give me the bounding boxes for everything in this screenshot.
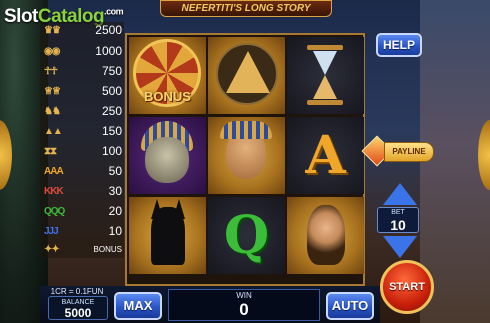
paytable-row: ✦✦ BONUS xyxy=(40,241,124,259)
paytable-row: KKK 30 xyxy=(40,183,124,201)
paytable-row: JJJ 10 xyxy=(40,223,124,241)
paytable-row: QQQ 20 xyxy=(40,203,124,221)
help-button[interactable]: HELP xyxy=(376,33,422,57)
paytable-row: ♛♛ 2500 xyxy=(40,22,124,40)
bet-display: BET 10 xyxy=(377,207,419,233)
balance-display: BALANCE 5000 xyxy=(48,296,108,320)
paytable-row: AAA 50 xyxy=(40,163,124,181)
queen-icon xyxy=(307,205,345,265)
reel-cell-hourglass xyxy=(287,37,364,114)
hourglass-upper-glass xyxy=(313,51,337,75)
bet-increase-arrow-icon[interactable] xyxy=(383,183,417,205)
hourglass-bottom-bar xyxy=(307,100,343,105)
bonus-symbol-label: BONUS xyxy=(144,89,191,104)
autoplay-button[interactable]: AUTO xyxy=(326,292,374,320)
payline-gem-icon xyxy=(361,134,393,168)
hourglass-icon xyxy=(307,45,343,105)
anubis-right-ear-icon xyxy=(173,199,185,219)
queen-icon: ♕♕ xyxy=(44,86,61,97)
payout-value: 10 xyxy=(108,224,122,238)
scarab-bonus-icon: ✦✦ xyxy=(44,244,60,255)
credit-rate: 1CR = 0.1FUN xyxy=(50,287,104,296)
wild-pharaoh-icon: ♛♛ xyxy=(44,25,61,36)
hourglass-top-bar xyxy=(307,45,343,50)
watermark-prefix: Slot xyxy=(4,6,38,27)
paytable-row: ☥☥ 750 xyxy=(40,63,124,81)
payout-value: 2500 xyxy=(95,23,122,37)
payout-value: 1000 xyxy=(95,44,122,58)
balance-value: 5000 xyxy=(64,306,92,320)
payout-value: 100 xyxy=(101,144,122,158)
payout-value: BONUS xyxy=(93,245,122,254)
hourglass-lower-glass xyxy=(313,75,337,99)
bet-decrease-arrow-icon[interactable] xyxy=(383,236,417,258)
paytable-row: ♕♕ 500 xyxy=(40,83,124,101)
pharaoh-icon: ☥☥ xyxy=(44,66,58,77)
pyramid-icon: ▲▲ xyxy=(44,126,63,137)
reel-cell-letter-q: Q xyxy=(208,197,285,274)
paytable: ♛♛ 2500 ◉◉ 1000 ☥☥ 750 ♕♕ 500 ♞♞ 250 ▲▲ … xyxy=(40,22,124,258)
paytable-row: ♞♞ 250 xyxy=(40,103,124,121)
pyramid-icon xyxy=(226,51,270,93)
reel-cell-pyramid xyxy=(208,37,285,114)
reel-cell-queen xyxy=(287,197,364,274)
reel-cell-anubis xyxy=(129,197,206,274)
reel-cell-pharaoh xyxy=(208,117,285,194)
letter-q-symbol: Q xyxy=(223,205,270,266)
anubis-icon: ♞♞ xyxy=(44,106,61,117)
payout-value: 30 xyxy=(108,184,122,198)
payout-value: 500 xyxy=(101,84,122,98)
letter-a-symbol: A xyxy=(305,125,346,186)
reels-grid: BONUS A Q xyxy=(125,33,365,286)
anubis-left-ear-icon xyxy=(151,199,163,219)
bet-label: BET xyxy=(391,209,405,216)
pharaoh-headdress-icon xyxy=(220,121,272,139)
letter-k-icon: KKK xyxy=(44,186,64,197)
watermark-suffix: .com xyxy=(104,6,124,17)
start-spin-button[interactable]: START xyxy=(380,260,434,314)
paytable-row: ⧗⧗ 100 xyxy=(40,143,124,161)
bet-value: 10 xyxy=(390,217,406,233)
payout-value: 20 xyxy=(108,204,122,218)
letter-a-icon: AAA xyxy=(44,166,64,177)
letter-j-icon: JJJ xyxy=(44,226,59,237)
reel-cell-letter-a: A xyxy=(287,117,364,194)
paytable-row: ▲▲ 150 xyxy=(40,123,124,141)
hourglass-icon: ⧗⧗ xyxy=(44,146,57,157)
payout-value: 50 xyxy=(108,164,122,178)
payout-value: 250 xyxy=(101,104,122,118)
bonus-wheel-icon: ◉◉ xyxy=(44,46,60,57)
payout-value: 150 xyxy=(101,124,122,138)
skull-pharaoh-icon xyxy=(145,137,189,183)
win-display: WIN 0 xyxy=(168,289,320,321)
paytable-row: ◉◉ 1000 xyxy=(40,43,124,61)
game-title: NEFERTITI'S LONG STORY xyxy=(160,0,332,17)
payout-value: 750 xyxy=(101,64,122,78)
win-value: 0 xyxy=(239,300,249,319)
letter-q-icon: QQQ xyxy=(44,206,65,217)
reel-cell-bonus-wheel: BONUS xyxy=(129,37,206,114)
max-bet-button[interactable]: MAX xyxy=(114,292,162,320)
reel-cell-skull-pharaoh xyxy=(129,117,206,194)
payline-indicator[interactable]: PAYLINE xyxy=(384,142,434,162)
